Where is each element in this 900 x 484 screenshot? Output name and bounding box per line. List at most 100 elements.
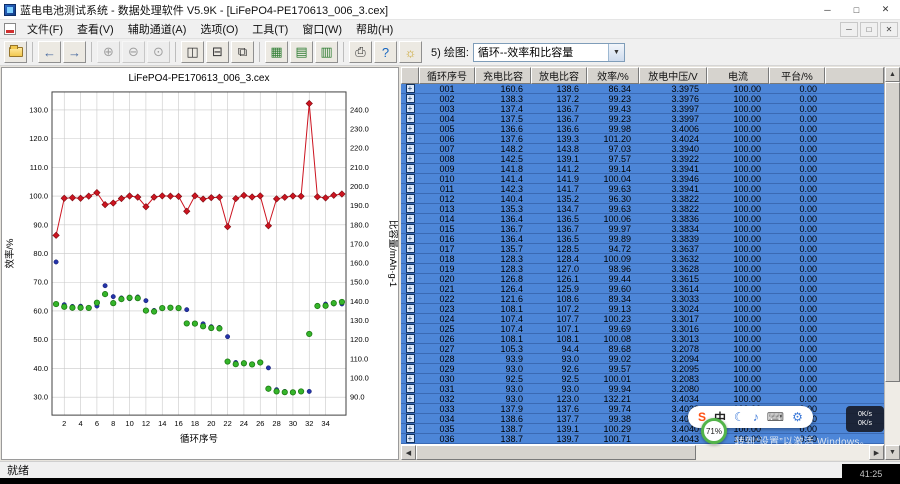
table-row-011[interactable]: +011 142.3 141.7 99.63 3.3941 100.00 0.00 xyxy=(401,184,884,194)
table-row-027[interactable]: +027 105.3 94.4 89.68 3.2078 100.00 0.00 xyxy=(401,344,884,354)
network-speed-monitor[interactable]: 0K/s 0K/s xyxy=(846,406,884,432)
column-header-1[interactable]: 循环序号 xyxy=(419,67,475,84)
table-row-003[interactable]: +003 137.4 136.7 99.43 3.3997 100.00 0.00 xyxy=(401,104,884,114)
menu-options[interactable]: 选项(O) xyxy=(193,20,245,38)
night-mode-icon[interactable]: ☾ xyxy=(734,410,745,424)
plot-type-dropdown[interactable]: 循环--效率和比容量 ▼ xyxy=(472,42,625,62)
column-header-5[interactable]: 放电中压/V xyxy=(639,67,707,84)
table-row-019[interactable]: +019 128.3 127.0 98.96 3.3628 100.00 0.00 xyxy=(401,264,884,274)
row-expander-button[interactable]: + xyxy=(405,424,415,433)
table-row-017[interactable]: +017 135.7 128.5 94.72 3.3637 100.00 0.00 xyxy=(401,244,884,254)
row-expander-button[interactable]: + xyxy=(405,394,415,403)
row-expander-button[interactable]: + xyxy=(405,414,415,423)
table-row-013[interactable]: +013 135.3 134.7 99.63 3.3822 100.00 0.00 xyxy=(401,204,884,214)
row-expander-button[interactable]: + xyxy=(405,84,415,93)
row-expander-button[interactable]: + xyxy=(405,274,415,283)
cascade-windows-button[interactable]: ⧉ xyxy=(231,41,254,63)
table-row-002[interactable]: +002 138.3 137.2 99.23 3.3976 100.00 0.00 xyxy=(401,94,884,104)
table-row-010[interactable]: +010 141.4 141.9 100.04 3.3946 100.00 0.00 xyxy=(401,174,884,184)
row-expander-button[interactable]: + xyxy=(405,354,415,363)
print-button[interactable]: ⎙ xyxy=(349,41,372,63)
row-expander-button[interactable]: + xyxy=(405,344,415,353)
chevron-down-icon[interactable]: ▼ xyxy=(607,43,624,61)
column-header-6[interactable]: 电流 xyxy=(707,67,769,84)
menu-view[interactable]: 查看(V) xyxy=(70,20,121,38)
table-row-018[interactable]: +018 128.3 128.4 100.09 3.3632 100.00 0.00 xyxy=(401,254,884,264)
row-expander-button[interactable]: + xyxy=(405,404,415,413)
table-row-020[interactable]: +020 126.8 126.1 99.44 3.3615 100.00 0.00 xyxy=(401,274,884,284)
row-expander-button[interactable]: + xyxy=(405,314,415,323)
column-header-7[interactable]: 平台/% xyxy=(769,67,825,84)
cycle-chart-panel[interactable]: 30.0 40.0 50.0 60.0 70.0 80.0 90.0 100.0 110.0 12… xyxy=(1,67,399,460)
table-row-015[interactable]: +015 136.7 136.7 99.97 3.3834 100.00 0.00 xyxy=(401,224,884,234)
row-expander-button[interactable]: + xyxy=(405,114,415,123)
row-expander-button[interactable]: + xyxy=(405,124,415,133)
row-expander-button[interactable]: + xyxy=(405,294,415,303)
menu-aux-channel[interactable]: 辅助通道(A) xyxy=(121,20,194,38)
child-minimize-button[interactable]: ─ xyxy=(840,21,858,37)
row-expander-button[interactable]: + xyxy=(405,234,415,243)
table-row-001[interactable]: +001 160.6 138.6 86.34 3.3975 100.00 0.00 xyxy=(401,84,884,94)
horizontal-scroll-thumb[interactable] xyxy=(416,445,696,460)
table-row-012[interactable]: +012 140.4 135.2 96.30 3.3822 100.00 0.00 xyxy=(401,194,884,204)
table-row-029[interactable]: +029 93.0 92.6 99.57 3.2095 100.00 0.00 xyxy=(401,364,884,374)
table-row-030[interactable]: +030 92.5 92.5 100.01 3.2083 100.00 0.00 xyxy=(401,374,884,384)
child-restore-button[interactable]: □ xyxy=(860,21,878,37)
tile-horizontal-button[interactable]: ◫ xyxy=(181,41,204,63)
scroll-up-arrow[interactable]: ▲ xyxy=(885,67,900,82)
table-row-031[interactable]: +031 93.0 93.0 99.94 3.2080 100.00 0.00 xyxy=(401,384,884,394)
row-expander-button[interactable]: + xyxy=(405,174,415,183)
table-row-022[interactable]: +022 121.6 108.6 89.34 3.3033 100.00 0.00 xyxy=(401,294,884,304)
table-row-016[interactable]: +016 136.4 136.5 99.89 3.3839 100.00 0.00 xyxy=(401,234,884,244)
menu-help[interactable]: 帮助(H) xyxy=(349,20,400,38)
row-expander-button[interactable]: + xyxy=(405,434,415,443)
table-row-004[interactable]: +004 137.5 136.7 99.23 3.3997 100.00 0.00 xyxy=(401,114,884,124)
child-close-button[interactable]: ✕ xyxy=(880,21,898,37)
table-row-026[interactable]: +026 108.1 108.1 100.08 3.3013 100.00 0.00 xyxy=(401,334,884,344)
row-expander-button[interactable]: + xyxy=(405,194,415,203)
column-header-3[interactable]: 放电比容 xyxy=(531,67,587,84)
table-row-028[interactable]: +028 93.9 93.0 99.02 3.2094 100.00 0.00 xyxy=(401,354,884,364)
row-expander-button[interactable]: + xyxy=(405,104,415,113)
table-row-032[interactable]: +032 93.0 123.0 132.21 3.4034 100.00 0.00 xyxy=(401,394,884,404)
vertical-scroll-thumb[interactable] xyxy=(885,82,900,382)
row-expander-button[interactable]: + xyxy=(405,264,415,273)
row-expander-button[interactable]: + xyxy=(405,204,415,213)
open-file-button[interactable] xyxy=(4,41,27,63)
data-grid-button[interactable]: ▦ xyxy=(265,41,288,63)
microphone-icon[interactable]: ♪ xyxy=(753,410,759,424)
table-row-014[interactable]: +014 136.4 136.5 100.06 3.3836 100.00 0.00 xyxy=(401,214,884,224)
row-expander-button[interactable]: + xyxy=(405,324,415,333)
row-expander-button[interactable]: + xyxy=(405,214,415,223)
close-button[interactable]: ✕ xyxy=(871,0,900,19)
keyboard-icon[interactable]: ⌨ xyxy=(767,410,784,424)
zoom-reset-button[interactable]: ⊙ xyxy=(147,41,170,63)
row-expander-button[interactable]: + xyxy=(405,164,415,173)
menu-tools[interactable]: 工具(T) xyxy=(245,20,295,38)
column-header-2[interactable]: 充电比容 xyxy=(475,67,531,84)
scroll-left-arrow[interactable]: ◀ xyxy=(401,445,416,460)
table-row-006[interactable]: +006 137.6 139.3 101.20 3.4024 100.00 0.00 xyxy=(401,134,884,144)
row-expander-button[interactable]: + xyxy=(405,334,415,343)
menu-file[interactable]: 文件(F) xyxy=(20,20,70,38)
row-expander-button[interactable]: + xyxy=(405,374,415,383)
row-expander-button[interactable]: + xyxy=(405,284,415,293)
scroll-right-arrow[interactable]: ▶ xyxy=(869,445,884,460)
minimize-button[interactable]: ─ xyxy=(813,0,842,19)
data-list-button[interactable]: ▤ xyxy=(290,41,313,63)
column-header-expander[interactable] xyxy=(401,67,419,84)
scroll-down-arrow[interactable]: ▼ xyxy=(885,445,900,460)
battery-percent-overlay[interactable]: 71% xyxy=(701,418,727,444)
row-expander-button[interactable]: + xyxy=(405,134,415,143)
table-row-025[interactable]: +025 107.4 107.1 99.69 3.3016 100.00 0.00 xyxy=(401,324,884,334)
column-header-4[interactable]: 效率/% xyxy=(587,67,639,84)
menu-window[interactable]: 窗口(W) xyxy=(295,20,349,38)
table-row-008[interactable]: +008 142.5 139.1 97.57 3.3922 100.00 0.00 xyxy=(401,154,884,164)
table-row-023[interactable]: +023 108.1 107.2 99.13 3.3024 100.00 0.00 xyxy=(401,304,884,314)
vertical-scrollbar[interactable]: ▲ ▼ xyxy=(884,67,900,460)
zoom-in-button[interactable]: ⊕ xyxy=(97,41,120,63)
table-row-021[interactable]: +021 126.4 125.9 99.60 3.3614 100.00 0.00 xyxy=(401,284,884,294)
tip-of-day-button[interactable]: ☼ xyxy=(399,41,422,63)
row-expander-button[interactable]: + xyxy=(405,364,415,373)
cycle-efficiency-capacity-chart[interactable]: 30.0 40.0 50.0 60.0 70.0 80.0 90.0 100.0 110.0 12… xyxy=(2,68,398,459)
